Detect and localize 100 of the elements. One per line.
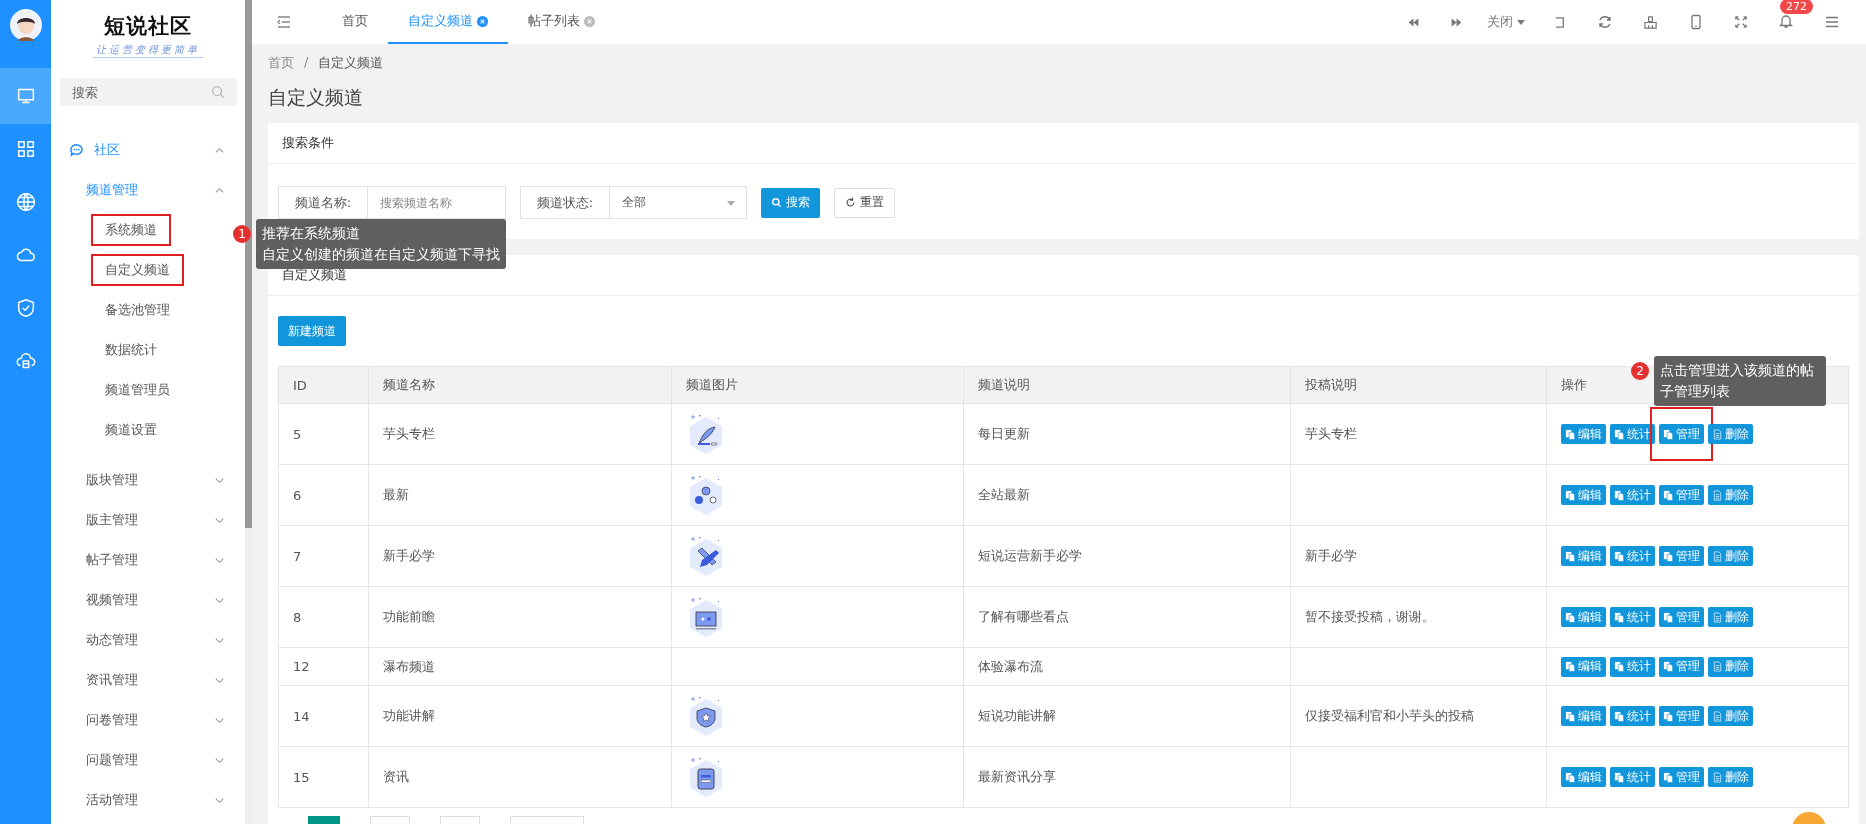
action-button[interactable]: 统计 xyxy=(1610,767,1655,787)
action-button[interactable]: 编辑 xyxy=(1561,767,1606,787)
action-button[interactable]: 删除 xyxy=(1708,424,1753,444)
copy-icon xyxy=(1614,550,1625,562)
document-icon xyxy=(1712,550,1723,562)
action-button[interactable]: 删除 xyxy=(1708,656,1753,677)
menu-label: 活动管理 xyxy=(86,791,139,809)
action-button[interactable]: 管理 xyxy=(1659,485,1704,505)
menu-item[interactable]: 频道管理员 xyxy=(91,374,184,406)
avatar-icon[interactable] xyxy=(9,9,42,41)
action-button[interactable]: 编辑 xyxy=(1561,607,1606,627)
copy-icon xyxy=(1565,661,1576,672)
document-icon xyxy=(1712,710,1723,722)
copy-icon xyxy=(1565,550,1576,562)
broom-icon[interactable] xyxy=(1643,14,1658,30)
column-header: 频道图片 xyxy=(671,366,964,404)
menu-item[interactable]: 视频管理 xyxy=(51,580,245,620)
table-cell: 12 xyxy=(278,647,369,686)
menu-icon[interactable] xyxy=(1824,14,1840,30)
menu-item[interactable]: 数据统计 xyxy=(91,334,171,366)
menu-item[interactable]: 问卷管理 xyxy=(51,700,245,740)
menu-fold-icon[interactable] xyxy=(276,14,292,30)
copy-icon xyxy=(1614,611,1625,623)
table-cell: 14 xyxy=(278,685,369,747)
menu-item[interactable]: 频道设置 xyxy=(91,414,171,446)
breadcrumb-separator: / xyxy=(304,54,309,71)
menu-item[interactable]: 频道管理 xyxy=(51,170,245,210)
menu-label: 版主管理 xyxy=(86,511,139,529)
table-cell: 暂不接受投稿，谢谢。 xyxy=(1290,586,1547,648)
action-button[interactable]: 编辑 xyxy=(1561,485,1606,505)
menu-item[interactable]: 社区 xyxy=(51,130,245,170)
action-button[interactable]: 编辑 xyxy=(1561,546,1606,566)
table-cell: 最新资讯分享 xyxy=(963,746,1291,808)
copy-icon xyxy=(1565,611,1576,623)
action-button[interactable]: 管理 xyxy=(1659,607,1704,627)
close-dropdown[interactable]: 关闭 xyxy=(1487,13,1526,31)
tab[interactable]: 首页 xyxy=(322,0,388,44)
menu-item[interactable]: 资讯管理 xyxy=(51,660,245,700)
action-button[interactable]: 编辑 xyxy=(1561,656,1606,677)
action-button[interactable]: 管理 xyxy=(1659,706,1704,726)
action-button[interactable]: 管理 xyxy=(1659,424,1704,444)
step-badge: 1 xyxy=(233,225,251,243)
copy-icon xyxy=(1663,428,1674,440)
table-cell: 6 xyxy=(278,464,369,526)
action-button[interactable]: 管理 xyxy=(1659,656,1704,677)
globe-icon xyxy=(14,191,37,213)
fullscreen-icon[interactable] xyxy=(1734,15,1748,29)
phone-icon[interactable] xyxy=(1688,14,1704,30)
breadcrumb-link[interactable]: 首页 xyxy=(268,54,294,72)
action-button[interactable]: 统计 xyxy=(1610,706,1655,726)
menu-label: 问卷管理 xyxy=(86,711,139,729)
logo-tagline: 让运营变得更简单 xyxy=(93,43,203,58)
breadcrumb-link[interactable]: 自定义频道 xyxy=(318,54,384,72)
menu-item[interactable]: 版主管理 xyxy=(51,500,245,540)
action-button[interactable]: 删除 xyxy=(1708,485,1753,505)
table-cell: 功能讲解 xyxy=(368,685,672,747)
copy-icon xyxy=(1565,710,1576,722)
search-button[interactable]: 搜索 xyxy=(761,187,820,218)
close-icon[interactable] xyxy=(584,15,595,27)
refresh-icon[interactable] xyxy=(1597,14,1613,30)
action-button[interactable]: 管理 xyxy=(1659,546,1704,566)
tab[interactable]: 帖子列表 xyxy=(508,0,615,44)
menu-item[interactable]: 动态管理 xyxy=(51,620,245,660)
action-button[interactable]: 删除 xyxy=(1708,546,1753,566)
column-header: 投稿说明 xyxy=(1290,366,1547,404)
action-button[interactable]: 管理 xyxy=(1659,767,1704,787)
action-button[interactable]: 统计 xyxy=(1610,424,1655,444)
action-button[interactable]: 统计 xyxy=(1610,656,1655,677)
scrollbar[interactable] xyxy=(245,0,252,824)
new-channel-button[interactable]: 新建频道 xyxy=(278,316,346,346)
close-icon[interactable] xyxy=(477,15,488,27)
action-button[interactable]: 统计 xyxy=(1610,546,1655,566)
logo-title: 短说社区 xyxy=(103,13,193,40)
menu-item[interactable]: 帖子管理 xyxy=(51,540,245,580)
table-cell: 了解有哪些看点 xyxy=(963,586,1291,648)
caret-icon xyxy=(1516,17,1526,27)
menu-item[interactable]: 活动管理 xyxy=(51,780,245,820)
document-icon xyxy=(1712,771,1723,783)
channel-status-select[interactable]: 全部 xyxy=(610,186,747,219)
menu-item[interactable]: 版块管理 xyxy=(51,460,245,500)
bell-icon[interactable] xyxy=(1778,12,1794,29)
reset-button[interactable]: 重置 xyxy=(834,187,895,218)
search-field[interactable]: 搜索 xyxy=(60,78,237,106)
action-button[interactable]: 统计 xyxy=(1610,485,1655,505)
menu-item[interactable]: 问题管理 xyxy=(51,740,245,780)
menu-item[interactable]: 备选池管理 xyxy=(91,294,184,326)
action-button[interactable]: 统计 xyxy=(1610,607,1655,627)
action-button[interactable]: 删除 xyxy=(1708,706,1753,726)
menu-item[interactable]: 系统频道 xyxy=(91,214,171,246)
channel-name-field[interactable]: 搜索频道名称 xyxy=(368,186,506,219)
table-cell: 8 xyxy=(278,586,369,648)
table-cell: 资讯 xyxy=(368,746,672,808)
rewind-icon[interactable] xyxy=(1407,15,1420,29)
action-button[interactable]: 编辑 xyxy=(1561,424,1606,444)
copy-icon xyxy=(1614,489,1625,501)
action-button[interactable]: 删除 xyxy=(1708,607,1753,627)
table-cell: 短说功能讲解 xyxy=(963,685,1291,747)
action-button[interactable]: 编辑 xyxy=(1561,706,1606,726)
menu-item[interactable]: 自定义频道 xyxy=(91,254,184,286)
action-button[interactable]: 删除 xyxy=(1708,767,1753,787)
